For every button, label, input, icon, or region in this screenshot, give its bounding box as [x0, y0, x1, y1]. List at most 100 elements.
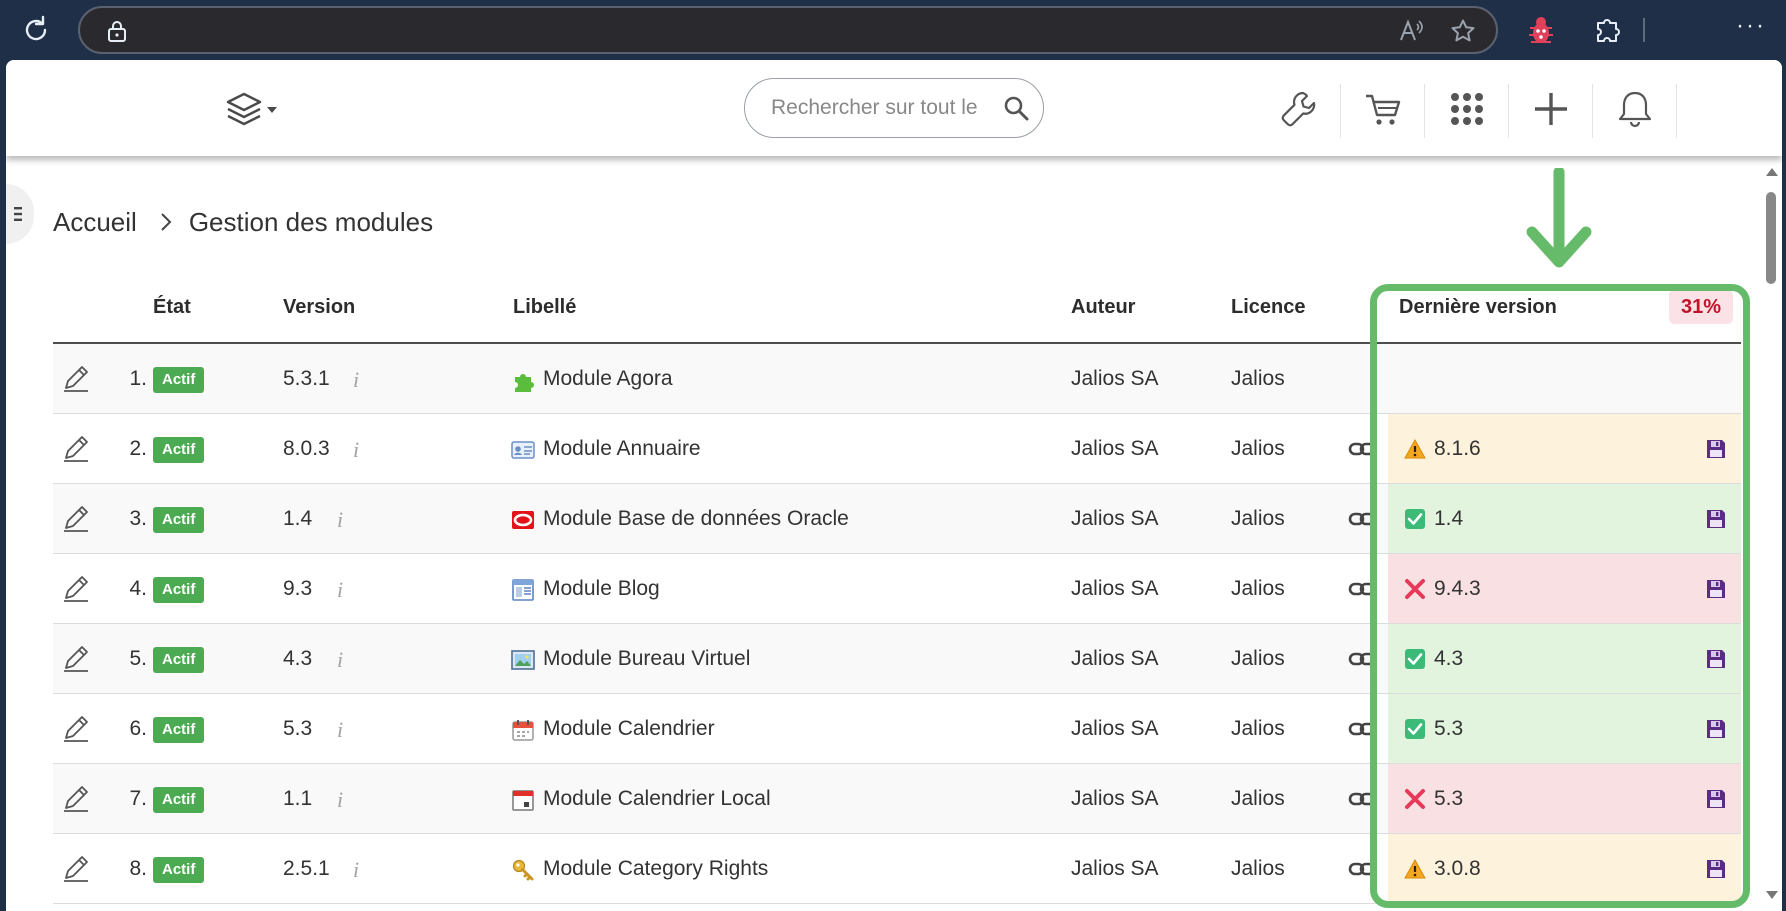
breadcrumb: Accueil Gestion des modules	[53, 205, 433, 239]
extension-bug-icon[interactable]	[1526, 14, 1556, 46]
scroll-up-arrow[interactable]	[1766, 168, 1778, 176]
module-label-link[interactable]: Module Agora	[543, 344, 673, 414]
table-row[interactable]: 3. Actif 1.4 i Module Base de données Oracle…	[53, 484, 1741, 554]
link-icon[interactable]	[1348, 578, 1376, 600]
edit-pencil-icon[interactable]	[61, 502, 91, 534]
sidebar-toggle[interactable]	[6, 184, 34, 244]
scroll-thumb[interactable]	[1766, 192, 1776, 284]
scroll-down-arrow[interactable]	[1766, 891, 1778, 899]
link-icon[interactable]	[1348, 858, 1376, 880]
layers-icon[interactable]	[226, 90, 282, 130]
module-label-link[interactable]: Module Category Rights	[543, 834, 768, 904]
cross-icon	[1405, 789, 1425, 809]
latest-version-value: 1.4	[1434, 507, 1464, 530]
floppy-disk-icon[interactable]	[1705, 858, 1727, 880]
link-icon[interactable]	[1348, 648, 1376, 670]
edit-pencil-icon[interactable]	[61, 432, 91, 464]
modules-table: État Version Libellé Auteur Licence Dern…	[53, 270, 1741, 904]
table-row[interactable]: 4. Actif 9.3 i Module Blog Jalios SA Jalios 9.4…	[53, 554, 1741, 624]
floppy-disk-icon[interactable]	[1705, 788, 1727, 810]
edit-pencil-icon[interactable]	[61, 572, 91, 604]
read-aloud-icon[interactable]	[1398, 18, 1424, 44]
top-navigation	[6, 60, 1782, 156]
more-menu-icon[interactable]: ···	[1736, 14, 1766, 42]
column-header-latest-version[interactable]: Dernière version	[1399, 270, 1557, 344]
module-label-link[interactable]: Module Bureau Virtuel	[543, 624, 750, 694]
module-licence: Jalios	[1231, 717, 1285, 740]
row-number: 6.	[129, 717, 147, 740]
link-icon[interactable]	[1348, 508, 1376, 530]
module-author: Jalios SA	[1071, 367, 1159, 390]
info-icon[interactable]: i	[337, 508, 343, 532]
module-version: 5.3.1	[283, 367, 330, 390]
floppy-disk-icon[interactable]	[1705, 508, 1727, 530]
favorite-star-icon[interactable]	[1450, 18, 1476, 44]
info-icon[interactable]: i	[353, 438, 359, 462]
module-label-link[interactable]: Module Base de données Oracle	[543, 484, 849, 554]
edit-pencil-icon[interactable]	[61, 362, 91, 394]
floppy-disk-icon[interactable]	[1705, 578, 1727, 600]
column-header-label[interactable]: Libellé	[513, 270, 576, 344]
floppy-disk-icon[interactable]	[1705, 438, 1727, 460]
page-title: Gestion des modules	[188, 206, 434, 237]
info-icon[interactable]: i	[353, 858, 359, 882]
module-label-link[interactable]: Module Annuaire	[543, 414, 701, 484]
add-button[interactable]	[1510, 76, 1592, 142]
floppy-disk-icon[interactable]	[1705, 718, 1727, 740]
row-number: 2.	[129, 437, 147, 460]
table-row[interactable]: 5. Actif 4.3 i Module Bureau Virtuel Jalios S…	[53, 624, 1741, 694]
nav-divider	[1592, 84, 1593, 138]
info-icon[interactable]: i	[337, 578, 343, 602]
module-author: Jalios SA	[1071, 857, 1159, 880]
row-number: 3.	[129, 507, 147, 530]
link-icon[interactable]	[1348, 718, 1376, 740]
table-row[interactable]: 7. Actif 1.1 i Module Calendrier Local Jalios…	[53, 764, 1741, 834]
link-icon[interactable]	[1348, 438, 1376, 460]
edit-pencil-icon[interactable]	[61, 852, 91, 884]
wrench-icon	[1281, 91, 1316, 127]
table-row[interactable]: 6. Actif 5.3 i Module Calendrier Jalios SA Jal…	[53, 694, 1741, 764]
table-row[interactable]: 8. Actif 2.5.1 i Module Category Rights Jalio…	[53, 834, 1741, 904]
apps-button[interactable]	[1426, 76, 1508, 142]
lock-icon[interactable]	[106, 20, 128, 42]
search-icon[interactable]	[1003, 95, 1029, 121]
edit-pencil-icon[interactable]	[61, 712, 91, 744]
module-author: Jalios SA	[1071, 437, 1159, 460]
edit-pencil-icon[interactable]	[61, 642, 91, 674]
chevron-right-icon	[161, 213, 172, 231]
page-scrollbar[interactable]	[1760, 156, 1782, 911]
search-input[interactable]	[771, 93, 981, 123]
oracle-icon	[512, 511, 534, 529]
edit-pencil-icon[interactable]	[61, 782, 91, 814]
module-label-link[interactable]: Module Calendrier Local	[543, 764, 771, 834]
cart-button[interactable]	[1342, 76, 1424, 142]
module-author: Jalios SA	[1071, 647, 1159, 670]
cross-icon	[1405, 579, 1425, 599]
column-header-version[interactable]: Version	[283, 270, 355, 344]
breadcrumb-home-link[interactable]: Accueil	[53, 207, 137, 238]
table-row[interactable]: 2. Actif 8.0.3 i Module Annuaire Jalios SA Jal…	[53, 414, 1741, 484]
floppy-disk-icon[interactable]	[1705, 648, 1727, 670]
link-icon[interactable]	[1348, 788, 1376, 810]
module-licence: Jalios	[1231, 857, 1285, 880]
info-icon[interactable]: i	[337, 718, 343, 742]
notifications-button[interactable]	[1594, 76, 1676, 142]
status-badge: Actif	[153, 717, 205, 743]
info-icon[interactable]: i	[337, 648, 343, 672]
column-header-licence[interactable]: Licence	[1231, 270, 1305, 344]
extensions-puzzle-icon[interactable]	[1592, 14, 1622, 46]
module-label-link[interactable]: Module Blog	[543, 554, 660, 624]
column-header-author[interactable]: Auteur	[1071, 270, 1135, 344]
row-number: 4.	[129, 577, 147, 600]
table-row[interactable]: 1. Actif 5.3.1 i Module Agora Jalios SA Jalios	[53, 344, 1741, 414]
latest-version-cell: 1.4	[1388, 484, 1741, 553]
address-bar[interactable]	[78, 6, 1498, 54]
row-number: 8.	[129, 857, 147, 880]
latest-version-value: 5.3	[1434, 717, 1464, 740]
column-header-state[interactable]: État	[153, 270, 191, 344]
tools-button[interactable]	[1258, 76, 1340, 142]
module-label-link[interactable]: Module Calendrier	[543, 694, 715, 764]
reload-icon[interactable]	[20, 14, 52, 46]
info-icon[interactable]: i	[337, 788, 343, 812]
info-icon[interactable]: i	[353, 368, 359, 392]
